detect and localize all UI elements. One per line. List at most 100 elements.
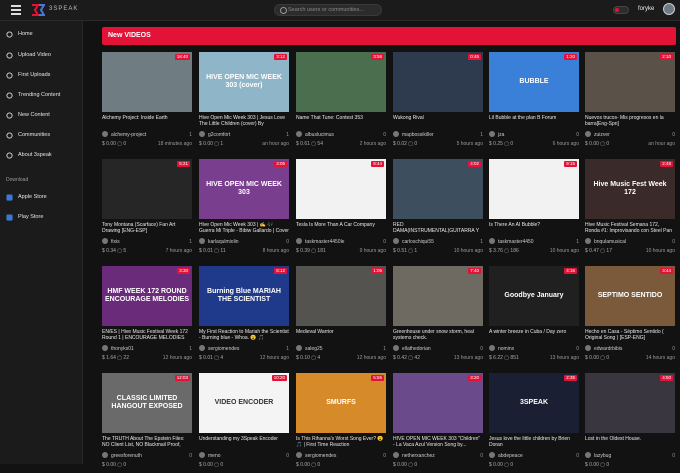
video-title[interactable]: Understanding my 3Speak Encoder: [199, 436, 289, 448]
video-title[interactable]: Hive Open Mic Week 303 | ✍ 🎶 Guerra Mi T…: [199, 222, 289, 234]
video-card[interactable]: 1:05 Medieval Warrior saleg25 1 $ 0.10 ▢ 4 12…: [296, 266, 386, 366]
video-thumbnail[interactable]: 18:40: [102, 52, 192, 112]
author-avatar[interactable]: [296, 238, 302, 244]
video-title[interactable]: Alchemy Project: Inside Earth: [102, 115, 192, 127]
video-title[interactable]: Lil Bubble at the plan B Forum: [489, 115, 579, 127]
author-avatar[interactable]: [489, 238, 495, 244]
author-name[interactable]: thonyks01: [111, 346, 134, 352]
author-avatar[interactable]: [585, 238, 591, 244]
video-title[interactable]: RED DAMA(INSTRUMENTAL)GUITARRA Y PIANO/S…: [393, 222, 483, 234]
video-card[interactable]: 3SPEAK 2:35 Jesus love the little children…: [489, 373, 579, 473]
author-name[interactable]: taskmaster4450: [498, 239, 534, 245]
author-avatar[interactable]: [102, 452, 108, 458]
video-title[interactable]: Is This Rihanna's Worst Song Ever? 😮 🎵 |…: [296, 436, 386, 448]
author-name[interactable]: karlaqulmiolin: [208, 239, 239, 245]
video-card[interactable]: Goodbye January 4:16 A winter breeze in Cu…: [489, 266, 579, 366]
search-input[interactable]: Search users or communities...: [274, 4, 382, 16]
author-avatar[interactable]: [102, 345, 108, 351]
sidebar-item-apple-store[interactable]: Apple Store: [0, 191, 82, 205]
author-name[interactable]: alchemy-project: [111, 132, 146, 138]
video-card[interactable]: 4:50 Lost in the Oldest House. lazybug 0 $ 0…: [585, 373, 675, 473]
video-title[interactable]: HIVE OPEN MIC WEEK 303 "Children" - La V…: [393, 436, 483, 448]
sidebar-item-upload-video[interactable]: Upload Video: [0, 49, 82, 63]
video-thumbnail[interactable]: 7:40: [393, 266, 483, 326]
author-name[interactable]: zuizver: [594, 132, 610, 138]
video-thumbnail[interactable]: 3:20: [393, 373, 483, 433]
video-title[interactable]: Jesus love the little children by Brien …: [489, 436, 579, 448]
author-name[interactable]: greesforenuth: [111, 453, 142, 459]
video-thumbnail[interactable]: 0:45: [393, 52, 483, 112]
author-avatar[interactable]: [296, 345, 302, 351]
sidebar-item-new-content[interactable]: New Content: [0, 109, 82, 123]
author-name[interactable]: mapbossikiller: [402, 132, 434, 138]
author-name[interactable]: g2comfort: [208, 132, 230, 138]
video-thumbnail[interactable]: SMURFS 5:55: [296, 373, 386, 433]
video-title[interactable]: Lost in the Oldest House.: [585, 436, 675, 448]
author-avatar[interactable]: [199, 345, 205, 351]
video-card[interactable]: 5:21 Tony Montana (Scarface) Fan Art Draw…: [102, 159, 192, 259]
video-card[interactable]: SMURFS 5:55 Is This Rihanna's Worst Song E…: [296, 373, 386, 473]
author-name[interactable]: edwardrbibis: [594, 346, 622, 352]
video-thumbnail[interactable]: HIVE OPEN MIC WEEK 303 3:05: [199, 159, 289, 219]
video-title[interactable]: Tony Montana (Scarface) Fan Art Drawing …: [102, 222, 192, 234]
video-card[interactable]: SEPTIMO SENTIDO 3:44 Hecho en Casa - Sépti…: [585, 266, 675, 366]
video-thumbnail[interactable]: 3SPEAK 2:35: [489, 373, 579, 433]
author-name[interactable]: netherxanchez: [402, 453, 435, 459]
author-name[interactable]: sergiomendes: [208, 346, 239, 352]
video-thumbnail[interactable]: 9:15: [489, 159, 579, 219]
video-thumbnail[interactable]: SEPTIMO SENTIDO 3:44: [585, 266, 675, 326]
video-title[interactable]: Tesla Is More Than A Car Company: [296, 222, 386, 234]
author-avatar[interactable]: [489, 131, 495, 137]
author-avatar[interactable]: [585, 131, 591, 137]
video-card[interactable]: CLASSIC LIMITED HANGOUT EXPOSED 12:03 The …: [102, 373, 192, 473]
author-name[interactable]: abdepeace: [498, 453, 523, 459]
author-avatar[interactable]: [296, 131, 302, 137]
author-name[interactable]: bnqulamusical: [594, 239, 626, 245]
video-thumbnail[interactable]: CLASSIC LIMITED HANGOUT EXPOSED 12:03: [102, 373, 192, 433]
author-avatar[interactable]: [489, 345, 495, 351]
video-thumbnail[interactable]: 1:05: [296, 266, 386, 326]
author-avatar[interactable]: [393, 345, 399, 351]
video-title[interactable]: Nuevos trucos- Mis progresos en la barra…: [585, 115, 675, 127]
author-name[interactable]: ellathedorian: [402, 346, 431, 352]
theme-toggle[interactable]: [613, 6, 629, 14]
video-card[interactable]: 3:58 Name That Tune: Contest 353 albusluci…: [296, 52, 386, 152]
logo-icon[interactable]: [31, 3, 45, 17]
video-title[interactable]: Name That Tune: Contest 353: [296, 115, 386, 127]
video-thumbnail[interactable]: 3:58: [296, 52, 386, 112]
sidebar-item-first-uploads[interactable]: First Uploads: [0, 69, 82, 83]
video-thumbnail[interactable]: BUBBLE 1:20: [489, 52, 579, 112]
video-card[interactable]: 7:40 Greenhouse under snow storm, heal sy…: [393, 266, 483, 366]
video-title[interactable]: Wukong Rival: [393, 115, 483, 127]
author-avatar[interactable]: [199, 238, 205, 244]
video-card[interactable]: 8:44 Tesla Is More Than A Car Company task…: [296, 159, 386, 259]
author-avatar[interactable]: [393, 238, 399, 244]
author-avatar[interactable]: [393, 131, 399, 137]
author-name[interactable]: taskmaster4450le: [305, 239, 344, 245]
video-card[interactable]: BUBBLE 1:20 Lil Bubble at the plan B Forum…: [489, 52, 579, 152]
video-card[interactable]: 0:45 Wukong Rival mapbossikiller 1 $ 0.02 ▢ …: [393, 52, 483, 152]
video-thumbnail[interactable]: 2:10: [585, 52, 675, 112]
video-thumbnail[interactable]: Burning Blue MARIAH THE SCIENTIST 6:12: [199, 266, 289, 326]
video-title[interactable]: EN/ES | Hive Music Festival Week 172 Rou…: [102, 329, 192, 341]
video-card[interactable]: 3:20 HIVE OPEN MIC WEEK 303 "Children" - …: [393, 373, 483, 473]
author-name[interactable]: carloschiqui55: [402, 239, 434, 245]
author-avatar[interactable]: [585, 452, 591, 458]
author-avatar[interactable]: [296, 452, 302, 458]
author-name[interactable]: sergiomendes: [305, 453, 336, 459]
video-thumbnail[interactable]: HIVE OPEN MIC WEEK 303 (cover) 3:12: [199, 52, 289, 112]
video-thumbnail[interactable]: 5:21: [102, 159, 192, 219]
video-card[interactable]: 9:15 Is There An AI Bubble? taskmaster4450…: [489, 159, 579, 259]
sidebar-item-trending-content[interactable]: Trending Content: [0, 89, 82, 103]
video-title[interactable]: My First Reaction to Mariah the Scientis…: [199, 329, 289, 341]
video-thumbnail[interactable]: VIDEO ENCODER 10:20: [199, 373, 289, 433]
video-title[interactable]: Hive Music Festival Semana 172, Ronda #1…: [585, 222, 675, 234]
sidebar-item-play-store[interactable]: Play Store: [0, 211, 82, 225]
video-card[interactable]: Burning Blue MARIAH THE SCIENTIST 6:12 My …: [199, 266, 289, 366]
author-name[interactable]: albuslucimus: [305, 132, 334, 138]
author-name[interactable]: jza: [498, 132, 504, 138]
video-thumbnail[interactable]: 8:44: [296, 159, 386, 219]
author-avatar[interactable]: [489, 452, 495, 458]
sidebar-item-about-3speak[interactable]: About 3speak: [0, 149, 82, 163]
video-title[interactable]: Medieval Warrior: [296, 329, 386, 341]
